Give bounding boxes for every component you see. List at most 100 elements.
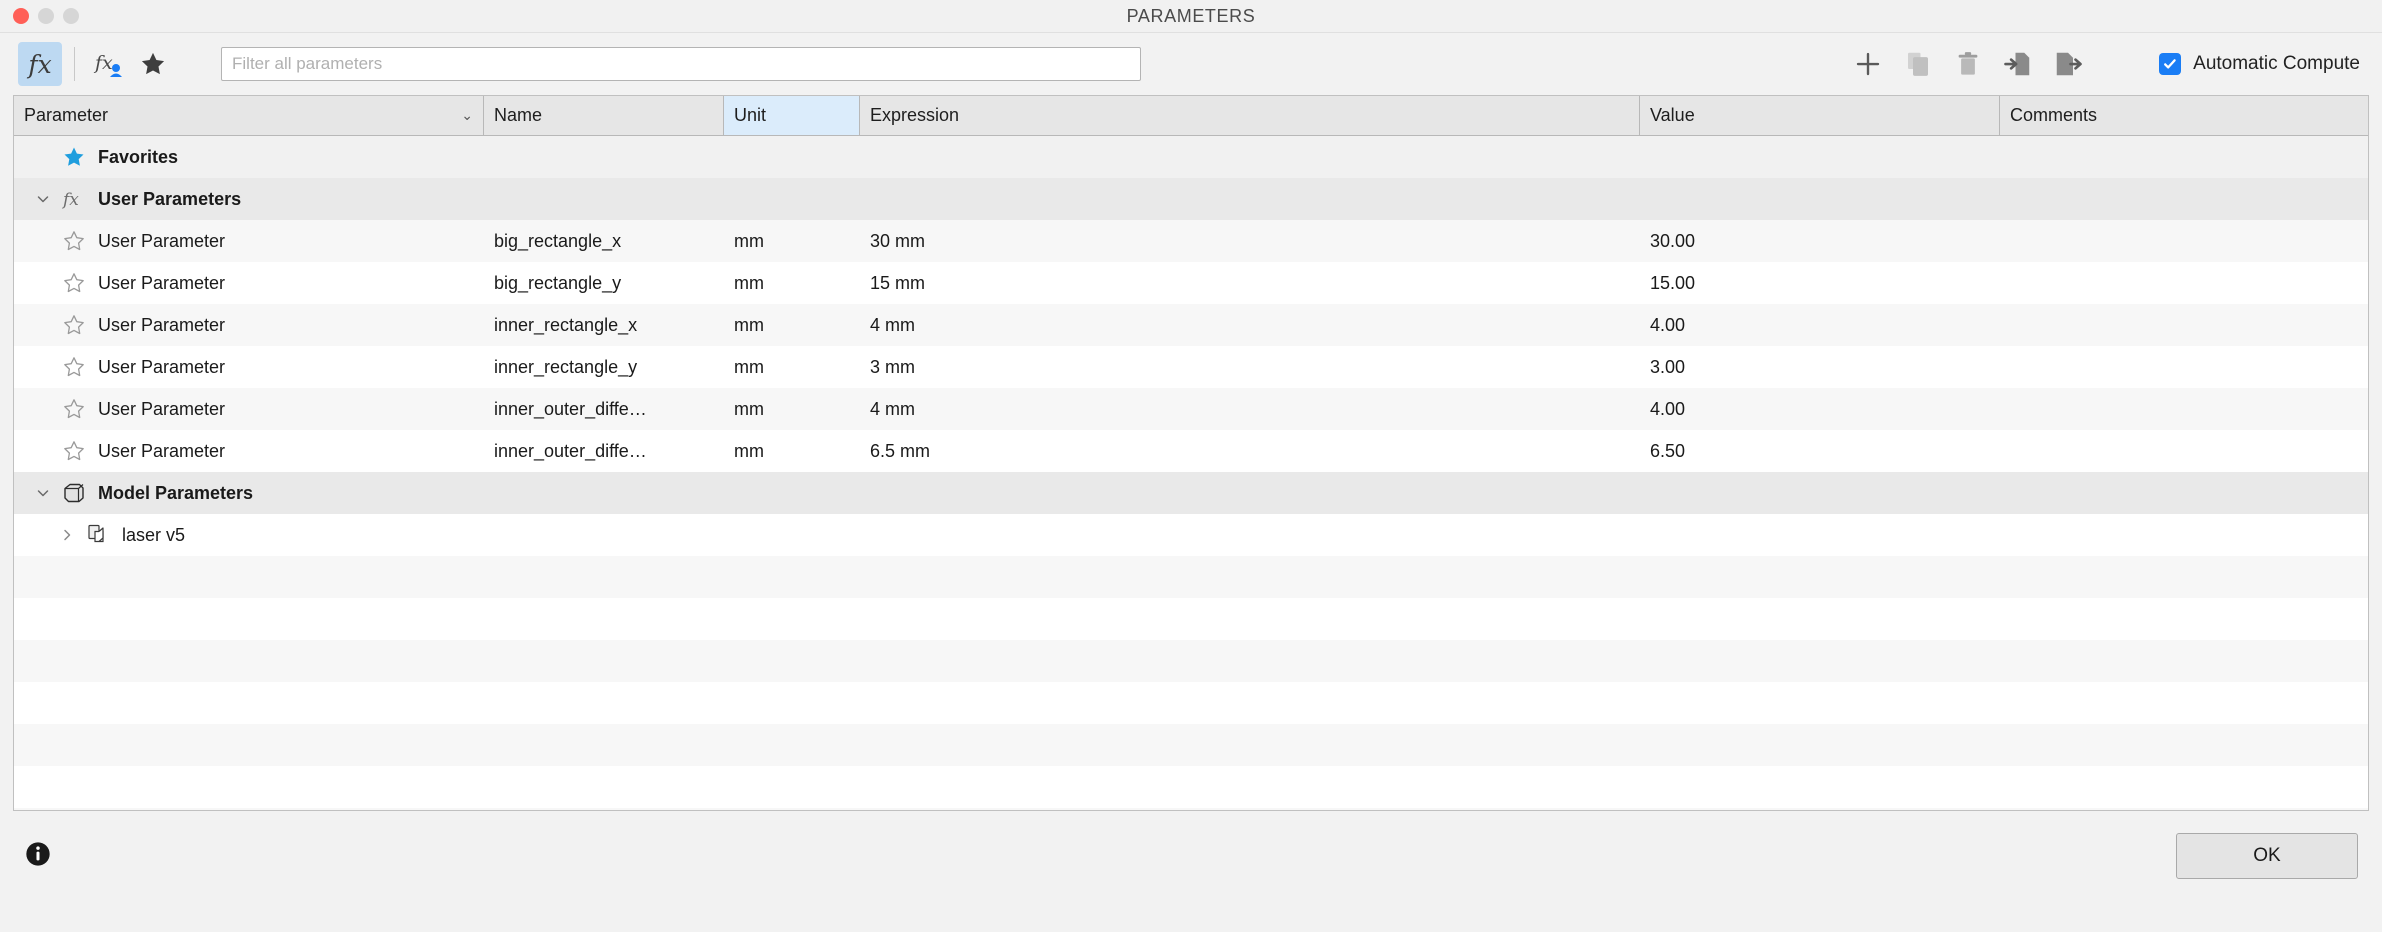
automatic-compute-checkbox[interactable] (2159, 53, 2182, 75)
star-outline-icon[interactable] (58, 397, 90, 421)
cell-value: 6.50 (1650, 440, 1686, 461)
minimize-button[interactable] (38, 8, 54, 24)
column-header-parameter[interactable]: Parameter ⌄ (14, 96, 484, 135)
cell-name[interactable]: inner_outer_diffe… (484, 441, 724, 462)
import-icon (2004, 52, 2030, 76)
column-header-expression[interactable]: Expression (860, 96, 1640, 135)
table-row-empty (14, 808, 2368, 810)
cell-unit[interactable]: mm (724, 357, 860, 378)
ok-button[interactable]: OK (2176, 833, 2358, 879)
chevron-down-icon: ⌄ (461, 107, 473, 123)
cell-expression[interactable]: 4 mm (860, 315, 1640, 336)
table-body: Favorites fx User Parameters User Parame… (14, 136, 2368, 810)
plus-icon (1856, 52, 1880, 76)
close-button[interactable] (13, 8, 29, 24)
cell-value: 30.00 (1650, 230, 1696, 251)
automatic-compute-toggle[interactable]: Automatic Compute (2159, 53, 2360, 75)
column-header-unit-label: Unit (734, 105, 767, 125)
parameters-table: Parameter ⌄ Name Unit Expression Value C… (13, 95, 2369, 811)
cell-name[interactable]: big_rectangle_y (484, 273, 724, 294)
svg-text:fx: fx (93, 52, 113, 74)
filter-field-wrapper (221, 47, 1141, 81)
fx-user-icon: fx (93, 52, 122, 77)
cell-name[interactable]: inner_outer_diffe… (484, 399, 724, 420)
component-icon (82, 522, 114, 548)
star-filled-icon (58, 145, 90, 169)
table-row-empty (14, 556, 2368, 598)
table-row-empty (14, 724, 2368, 766)
fx-icon: fx (28, 49, 52, 79)
automatic-compute-label: Automatic Compute (2193, 53, 2360, 74)
column-header-value-label: Value (1650, 105, 1695, 125)
star-outline-icon[interactable] (58, 439, 90, 463)
cell-parameter: User Parameter (98, 440, 226, 461)
fx-all-parameters-button[interactable]: fx (18, 42, 62, 86)
column-header-comments[interactable]: Comments (2000, 96, 2368, 135)
table-row-empty (14, 598, 2368, 640)
cell-value: 4.00 (1650, 398, 1686, 419)
column-header-parameter-label: Parameter (24, 105, 109, 125)
column-header-name[interactable]: Name (484, 96, 724, 135)
table-row-label: Model Parameters (98, 482, 254, 503)
column-header-value[interactable]: Value (1640, 96, 2000, 135)
cell-parameter: User Parameter (98, 272, 226, 293)
table-row-empty (14, 640, 2368, 682)
table-row-user-parameters[interactable]: fx User Parameters (14, 178, 2368, 220)
cell-unit[interactable]: mm (724, 231, 860, 252)
chevron-down-icon[interactable] (28, 191, 58, 207)
cube-icon (58, 480, 90, 506)
window-title: PARAMETERS (1126, 5, 1256, 26)
cell-expression[interactable]: 30 mm (860, 231, 1640, 252)
table-row[interactable]: User Parameter big_rectangle_y mm 15 mm … (14, 262, 2368, 304)
checkmark-icon (2164, 59, 2176, 69)
fx-icon: fx (58, 187, 90, 211)
favorites-button[interactable] (131, 42, 175, 86)
cell-unit[interactable]: mm (724, 399, 860, 420)
table-row-empty (14, 682, 2368, 724)
cell-unit[interactable]: mm (724, 441, 860, 462)
import-parameters-button[interactable] (1993, 42, 2043, 86)
cell-name[interactable]: inner_rectangle_x (484, 315, 724, 336)
column-header-expression-label: Expression (870, 105, 960, 125)
cell-expression[interactable]: 15 mm (860, 273, 1640, 294)
table-row-label: Favorites (98, 146, 179, 167)
table-row-label: User Parameters (98, 188, 242, 209)
table-row[interactable]: User Parameter inner_rectangle_x mm 4 mm… (14, 304, 2368, 346)
copy-parameter-button[interactable] (1893, 42, 1943, 86)
cell-unit[interactable]: mm (724, 273, 860, 294)
add-parameter-button[interactable] (1843, 42, 1893, 86)
table-row[interactable]: User Parameter big_rectangle_x mm 30 mm … (14, 220, 2368, 262)
star-outline-icon[interactable] (58, 229, 90, 253)
table-row[interactable]: User Parameter inner_outer_diffe… mm 6.5… (14, 430, 2368, 472)
table-row-favorites[interactable]: Favorites (14, 136, 2368, 178)
table-row-empty (14, 766, 2368, 808)
export-parameters-button[interactable] (2043, 42, 2093, 86)
cell-name[interactable]: inner_rectangle_y (484, 357, 724, 378)
info-icon[interactable] (24, 840, 52, 873)
star-outline-icon[interactable] (58, 313, 90, 337)
copy-icon (1908, 52, 1929, 76)
star-outline-icon[interactable] (58, 271, 90, 295)
title-bar: PARAMETERS (0, 0, 2382, 33)
table-row-component[interactable]: laser v5 (14, 514, 2368, 556)
table-row-model-parameters[interactable]: Model Parameters (14, 472, 2368, 514)
column-header-unit[interactable]: Unit (724, 96, 860, 135)
table-row[interactable]: User Parameter inner_rectangle_y mm 3 mm… (14, 346, 2368, 388)
chevron-right-icon[interactable] (52, 527, 82, 543)
chevron-down-icon[interactable] (28, 485, 58, 501)
cell-expression[interactable]: 3 mm (860, 357, 1640, 378)
toolbar-divider (74, 47, 75, 81)
star-outline-icon[interactable] (58, 355, 90, 379)
table-row[interactable]: User Parameter inner_outer_diffe… mm 4 m… (14, 388, 2368, 430)
cell-expression[interactable]: 4 mm (860, 399, 1640, 420)
zoom-button[interactable] (63, 8, 79, 24)
cell-parameter: User Parameter (98, 230, 226, 251)
window-controls (13, 8, 79, 24)
cell-expression[interactable]: 6.5 mm (860, 441, 1640, 462)
toolbar-actions: Automatic Compute (1843, 42, 2364, 86)
fx-user-parameters-button[interactable]: fx (87, 42, 131, 86)
search-input[interactable] (221, 47, 1141, 81)
cell-unit[interactable]: mm (724, 315, 860, 336)
delete-parameter-button[interactable] (1943, 42, 1993, 86)
cell-name[interactable]: big_rectangle_x (484, 231, 724, 252)
